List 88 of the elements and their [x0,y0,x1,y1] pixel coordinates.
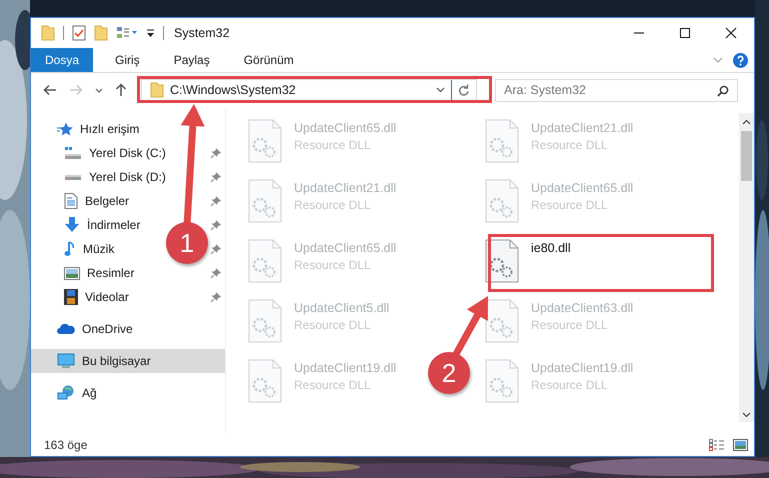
pin-icon[interactable] [211,220,221,230]
file-name: UpdateClient19.dll [531,361,634,375]
expand-ribbon-icon[interactable] [713,56,723,64]
pin-icon[interactable] [211,268,221,278]
drive-icon [64,174,82,180]
file-name: UpdateClient21.dll [531,121,634,135]
cloud-icon [57,323,75,335]
dll-file-icon [248,299,282,343]
file-name: UpdateClient65.dll [294,241,396,255]
window-title: System32 [174,26,230,40]
download-icon [64,217,80,233]
dll-file-icon [485,299,519,343]
scroll-down-icon[interactable] [742,412,751,418]
dll-file-icon [248,119,282,163]
sidebar-item[interactable]: OneDrive [31,317,137,341]
ribbon-tab[interactable]: Giriş [103,48,152,72]
ribbon-tab[interactable]: Dosya [31,48,94,72]
sidebar-item[interactable]: Hızlı erişim [31,117,144,141]
file-name: UpdateClient65.dll [531,181,634,195]
close-icon [725,27,737,39]
file-name: UpdateClient65.dll [294,121,396,135]
file-type: Resource DLL [294,258,372,272]
pin-icon[interactable] [211,172,221,182]
sidebar-item[interactable]: İndirmeler [31,213,144,237]
pin-icon[interactable] [211,292,221,302]
sidebar-item[interactable]: Videolar [31,285,133,309]
large-icons-view-icon[interactable] [733,439,748,451]
file-type: Resource DLL [531,138,609,152]
dropdown-icon[interactable] [436,87,445,93]
file-type: Resource DLL [294,138,372,152]
network-icon [57,385,75,401]
pin-icon[interactable] [211,148,221,158]
file-type: Resource DLL [294,378,372,392]
file-name: UpdateClient5.dll [294,301,390,315]
dll-file-icon [485,179,519,223]
address-bar[interactable]: C:\Windows\System32 [141,78,477,102]
file-type: Resource DLL [531,378,609,392]
scroll-up-icon[interactable] [742,119,751,125]
file-type: Resource DLL [531,198,609,212]
maximize-icon [679,27,691,39]
dll-file-icon [485,359,519,403]
dll-file-icon [248,239,282,283]
file-item[interactable]: ie80.dll [485,239,575,285]
properties-icon[interactable] [72,25,86,41]
computer-icon [57,353,75,369]
file-name: UpdateClient21.dll [294,181,396,195]
file-name: ie80.dll [531,241,571,255]
drive-icon [64,146,82,160]
search-field[interactable]: Ara: System32 [495,78,738,102]
pin-icon[interactable] [211,244,221,254]
ribbon-tab[interactable]: Paylaş [162,48,222,72]
file-name: UpdateClient63.dll [531,301,634,315]
up-icon[interactable] [115,83,127,97]
music-note-icon [64,241,76,257]
sidebar-item[interactable]: Belgeler [31,189,134,213]
file-type: Resource DLL [531,318,609,332]
view-dropdown-icon[interactable] [116,26,138,40]
file-type: Resource DLL [294,318,372,332]
film-icon [64,289,78,305]
back-icon[interactable] [43,84,57,96]
sidebar-item[interactable]: Bu bilgisayar [31,349,225,373]
folder-icon [150,82,164,98]
dll-file-icon [248,179,282,223]
sidebar-item[interactable]: Yerel Disk (D:) [31,165,170,189]
picture-icon [64,266,80,280]
dll-file-icon [248,359,282,403]
file-type: Resource DLL [294,198,372,212]
sidebar-item[interactable]: Yerel Disk (C:) [31,141,170,165]
customize-icon[interactable] [146,28,155,38]
ribbon-tab[interactable]: Görünüm [232,48,306,72]
star-icon [57,122,73,136]
minimize-icon [633,32,645,34]
help-icon[interactable] [733,52,748,68]
item-count: 163 öge [44,438,88,452]
dll-file-icon [485,119,519,163]
document-icon [64,193,78,209]
scrollbar[interactable] [739,113,754,422]
recent-dropdown-icon[interactable] [95,88,103,92]
search-icon[interactable] [717,84,729,96]
scrollbar-thumb[interactable] [741,131,752,181]
sidebar-item[interactable]: Ağ [31,381,101,405]
pin-icon[interactable] [211,196,221,206]
refresh-icon[interactable] [458,84,470,96]
sidebar-item[interactable]: Müzik [31,237,118,261]
sidebar-item[interactable]: Resimler [31,261,138,285]
file-name: UpdateClient19.dll [294,361,396,375]
details-view-icon[interactable] [709,439,725,451]
dll-file-icon [485,239,519,283]
